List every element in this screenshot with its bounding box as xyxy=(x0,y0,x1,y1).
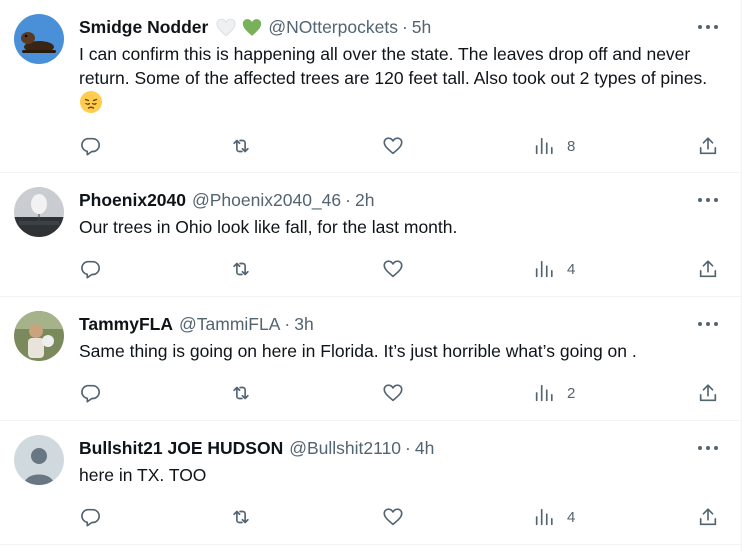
reply-button[interactable] xyxy=(79,381,101,405)
reply-button[interactable] xyxy=(79,257,101,281)
like-button[interactable] xyxy=(382,505,404,529)
share-icon xyxy=(699,508,717,526)
user-handle[interactable]: @NOtterpockets xyxy=(268,17,398,38)
share-button[interactable] xyxy=(697,257,719,281)
avatar[interactable] xyxy=(14,435,64,485)
replies-feed: Smidge Nodder @NOtterpockets · 5h I can … xyxy=(0,0,742,552)
share-button[interactable] xyxy=(697,505,719,529)
share-button[interactable] xyxy=(697,381,719,405)
action-bar: 4 xyxy=(79,257,719,281)
default-avatar-icon xyxy=(14,435,64,485)
heart-icon xyxy=(383,137,403,155)
display-name[interactable]: Smidge Nodder xyxy=(79,17,208,38)
reply-icon xyxy=(81,384,100,403)
more-options-icon[interactable] xyxy=(697,317,719,331)
analytics-icon xyxy=(535,508,553,526)
retweet-icon xyxy=(233,139,249,153)
more-options-icon[interactable] xyxy=(697,441,719,455)
heart-icon xyxy=(383,260,403,278)
reply-tweet[interactable]: Phoenix2040 @Phoenix2040_46 · 2h Our tre… xyxy=(0,173,741,297)
display-name[interactable]: Bullshit21 JOE HUDSON xyxy=(79,438,283,459)
reply-tweet[interactable]: Bullshit21 JOE HUDSON @Bullshit2110 · 4h… xyxy=(0,421,741,545)
pensive-face-icon xyxy=(80,91,102,113)
timestamp[interactable]: 2h xyxy=(355,190,374,211)
white-heart-icon xyxy=(216,18,236,36)
action-bar: 4 xyxy=(79,505,719,529)
like-button[interactable] xyxy=(382,257,404,281)
views-button[interactable]: 4 xyxy=(533,505,575,529)
views-count: 4 xyxy=(567,260,576,278)
timestamp[interactable]: 4h xyxy=(415,438,434,459)
separator-dot: · xyxy=(345,189,351,210)
reply-icon xyxy=(81,508,100,527)
analytics-icon xyxy=(535,260,553,278)
reply-button[interactable] xyxy=(79,505,101,529)
heart-icon xyxy=(383,384,403,402)
retweet-icon xyxy=(233,262,249,276)
separator-dot: · xyxy=(401,16,408,37)
tweet-text: here in TX. TOO xyxy=(79,465,207,485)
reply-button[interactable] xyxy=(79,134,101,158)
retweet-button[interactable] xyxy=(230,257,252,281)
reply-tweet[interactable]: Smidge Nodder @NOtterpockets · 5h I can … xyxy=(0,0,741,173)
action-bar: 2 xyxy=(79,381,719,405)
share-icon xyxy=(699,260,717,278)
balloon-avatar-icon xyxy=(14,187,64,237)
tweet-text-body: I can confirm this is happening all over… xyxy=(79,44,708,88)
retweet-icon xyxy=(233,510,249,524)
views-count: 2 xyxy=(567,384,576,402)
retweet-button[interactable] xyxy=(230,505,252,529)
user-handle[interactable]: @Bullshit2110 xyxy=(289,438,401,459)
retweet-button[interactable] xyxy=(230,134,252,158)
photo-avatar-icon xyxy=(14,311,64,361)
separator-dot: · xyxy=(405,437,411,458)
like-button[interactable] xyxy=(382,134,404,158)
display-name[interactable]: Phoenix2040 xyxy=(79,190,186,211)
more-options-icon[interactable] xyxy=(697,193,719,207)
timestamp[interactable]: 5h xyxy=(412,17,431,38)
action-bar: 8 xyxy=(79,134,719,158)
share-icon xyxy=(699,137,717,155)
avatar[interactable] xyxy=(14,187,64,237)
reply-tweet[interactable]: TammyFLA @TammiFLA · 3h Same thing is go… xyxy=(0,297,741,421)
display-name[interactable]: TammyFLA xyxy=(79,314,173,335)
views-button[interactable]: 8 xyxy=(533,134,575,158)
avatar[interactable] xyxy=(14,311,64,361)
share-icon xyxy=(699,384,717,402)
tweet-text: Our trees in Ohio look like fall, for th… xyxy=(79,217,458,237)
more-options-icon[interactable] xyxy=(697,20,719,34)
tweet-text: Same thing is going on here in Florida. … xyxy=(79,341,637,361)
otter-avatar-icon xyxy=(14,14,64,64)
user-handle[interactable]: @TammiFLA xyxy=(179,314,280,335)
separator-dot: · xyxy=(284,313,291,334)
green-heart-icon xyxy=(243,18,262,36)
analytics-icon xyxy=(535,137,553,155)
retweet-button[interactable] xyxy=(230,381,252,405)
retweet-icon xyxy=(233,386,249,400)
views-count: 8 xyxy=(567,137,576,155)
profile-badges xyxy=(216,18,262,37)
views-count: 4 xyxy=(567,508,576,526)
timestamp[interactable]: 3h xyxy=(294,314,313,335)
analytics-icon xyxy=(535,384,553,402)
reply-icon xyxy=(81,137,100,156)
user-handle[interactable]: @Phoenix2040_46 xyxy=(192,190,341,211)
reply-icon xyxy=(81,260,100,279)
like-button[interactable] xyxy=(382,381,404,405)
views-button[interactable]: 4 xyxy=(533,257,575,281)
avatar[interactable] xyxy=(14,14,64,64)
views-button[interactable]: 2 xyxy=(533,381,575,405)
tweet-text: I can confirm this is happening all over… xyxy=(79,42,725,116)
heart-icon xyxy=(383,508,403,526)
share-button[interactable] xyxy=(697,134,719,158)
